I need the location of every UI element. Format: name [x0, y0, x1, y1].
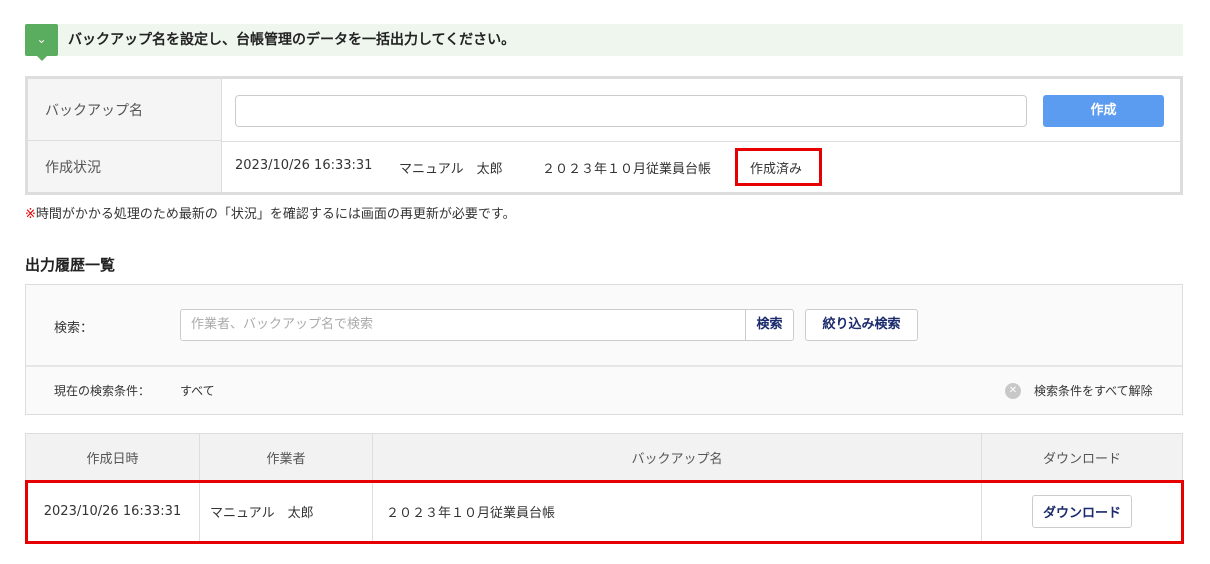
table-header: 作成日時 作業者 バックアップ名 ダウンロード	[25, 433, 1183, 481]
backup-name-label: バックアップ名	[28, 79, 222, 141]
table-row: 2023/10/26 16:33:31 マニュアル 太郎 ２０２３年１０月従業員…	[25, 480, 1183, 543]
current-condition-label: 現在の検索条件：	[54, 384, 151, 398]
search-button[interactable]: 検索	[745, 310, 793, 340]
row-name: ２０２３年１０月従業員台帳	[372, 480, 982, 543]
search-placeholder: 作業者、バックアップ名で検索	[191, 317, 374, 332]
col-user: 作業者	[199, 433, 373, 481]
divider	[26, 365, 1182, 367]
search-input[interactable]: 作業者、バックアップ名で検索 検索	[180, 309, 794, 341]
backup-form: バックアップ名 作成状況	[25, 76, 1183, 195]
divider	[222, 141, 1180, 142]
note-mark: ※	[25, 207, 36, 222]
status-user: マニュアル 太郎	[399, 162, 503, 177]
note-text: 時間がかかる処理のため最新の「状況」を確認するには画面の再更新が必要です。	[35, 207, 516, 222]
backup-name-input[interactable]	[235, 95, 1027, 127]
row-user: マニュアル 太郎	[199, 480, 373, 543]
status-label: 作成状況	[28, 141, 222, 192]
status-backup-name: ２０２３年１０月従業員台帳	[542, 162, 712, 177]
col-date: 作成日時	[25, 433, 200, 481]
clear-conditions-link[interactable]: 検索条件をすべて解除	[1034, 382, 1153, 399]
status-date: 2023/10/26 16:33:31	[235, 158, 373, 173]
history-table: 作成日時 作業者 バックアップ名 ダウンロード 2023/10/26 16:33…	[25, 433, 1183, 543]
clear-icon[interactable]: ✕	[1005, 383, 1021, 399]
chevron-down-icon[interactable]: ⌄	[25, 24, 58, 61]
search-label: 検索：	[54, 321, 94, 336]
col-download: ダウンロード	[981, 433, 1183, 481]
col-name: バックアップ名	[372, 433, 982, 481]
create-button[interactable]: 作成	[1043, 95, 1164, 127]
refresh-note: ※時間がかかる処理のため最新の「状況」を確認するには画面の再更新が必要です。	[25, 203, 516, 222]
download-button[interactable]: ダウンロード	[1031, 495, 1132, 528]
history-title: 出力履歴一覧	[25, 256, 116, 274]
current-condition-value: すべて	[180, 384, 215, 398]
status-state: 作成済み	[750, 162, 803, 177]
filter-search-button[interactable]: 絞り込み検索	[805, 309, 918, 341]
row-date: 2023/10/26 16:33:31	[25, 480, 200, 543]
banner-text: バックアップ名を設定し、台帳管理のデータを一括出力してください。	[68, 32, 516, 48]
